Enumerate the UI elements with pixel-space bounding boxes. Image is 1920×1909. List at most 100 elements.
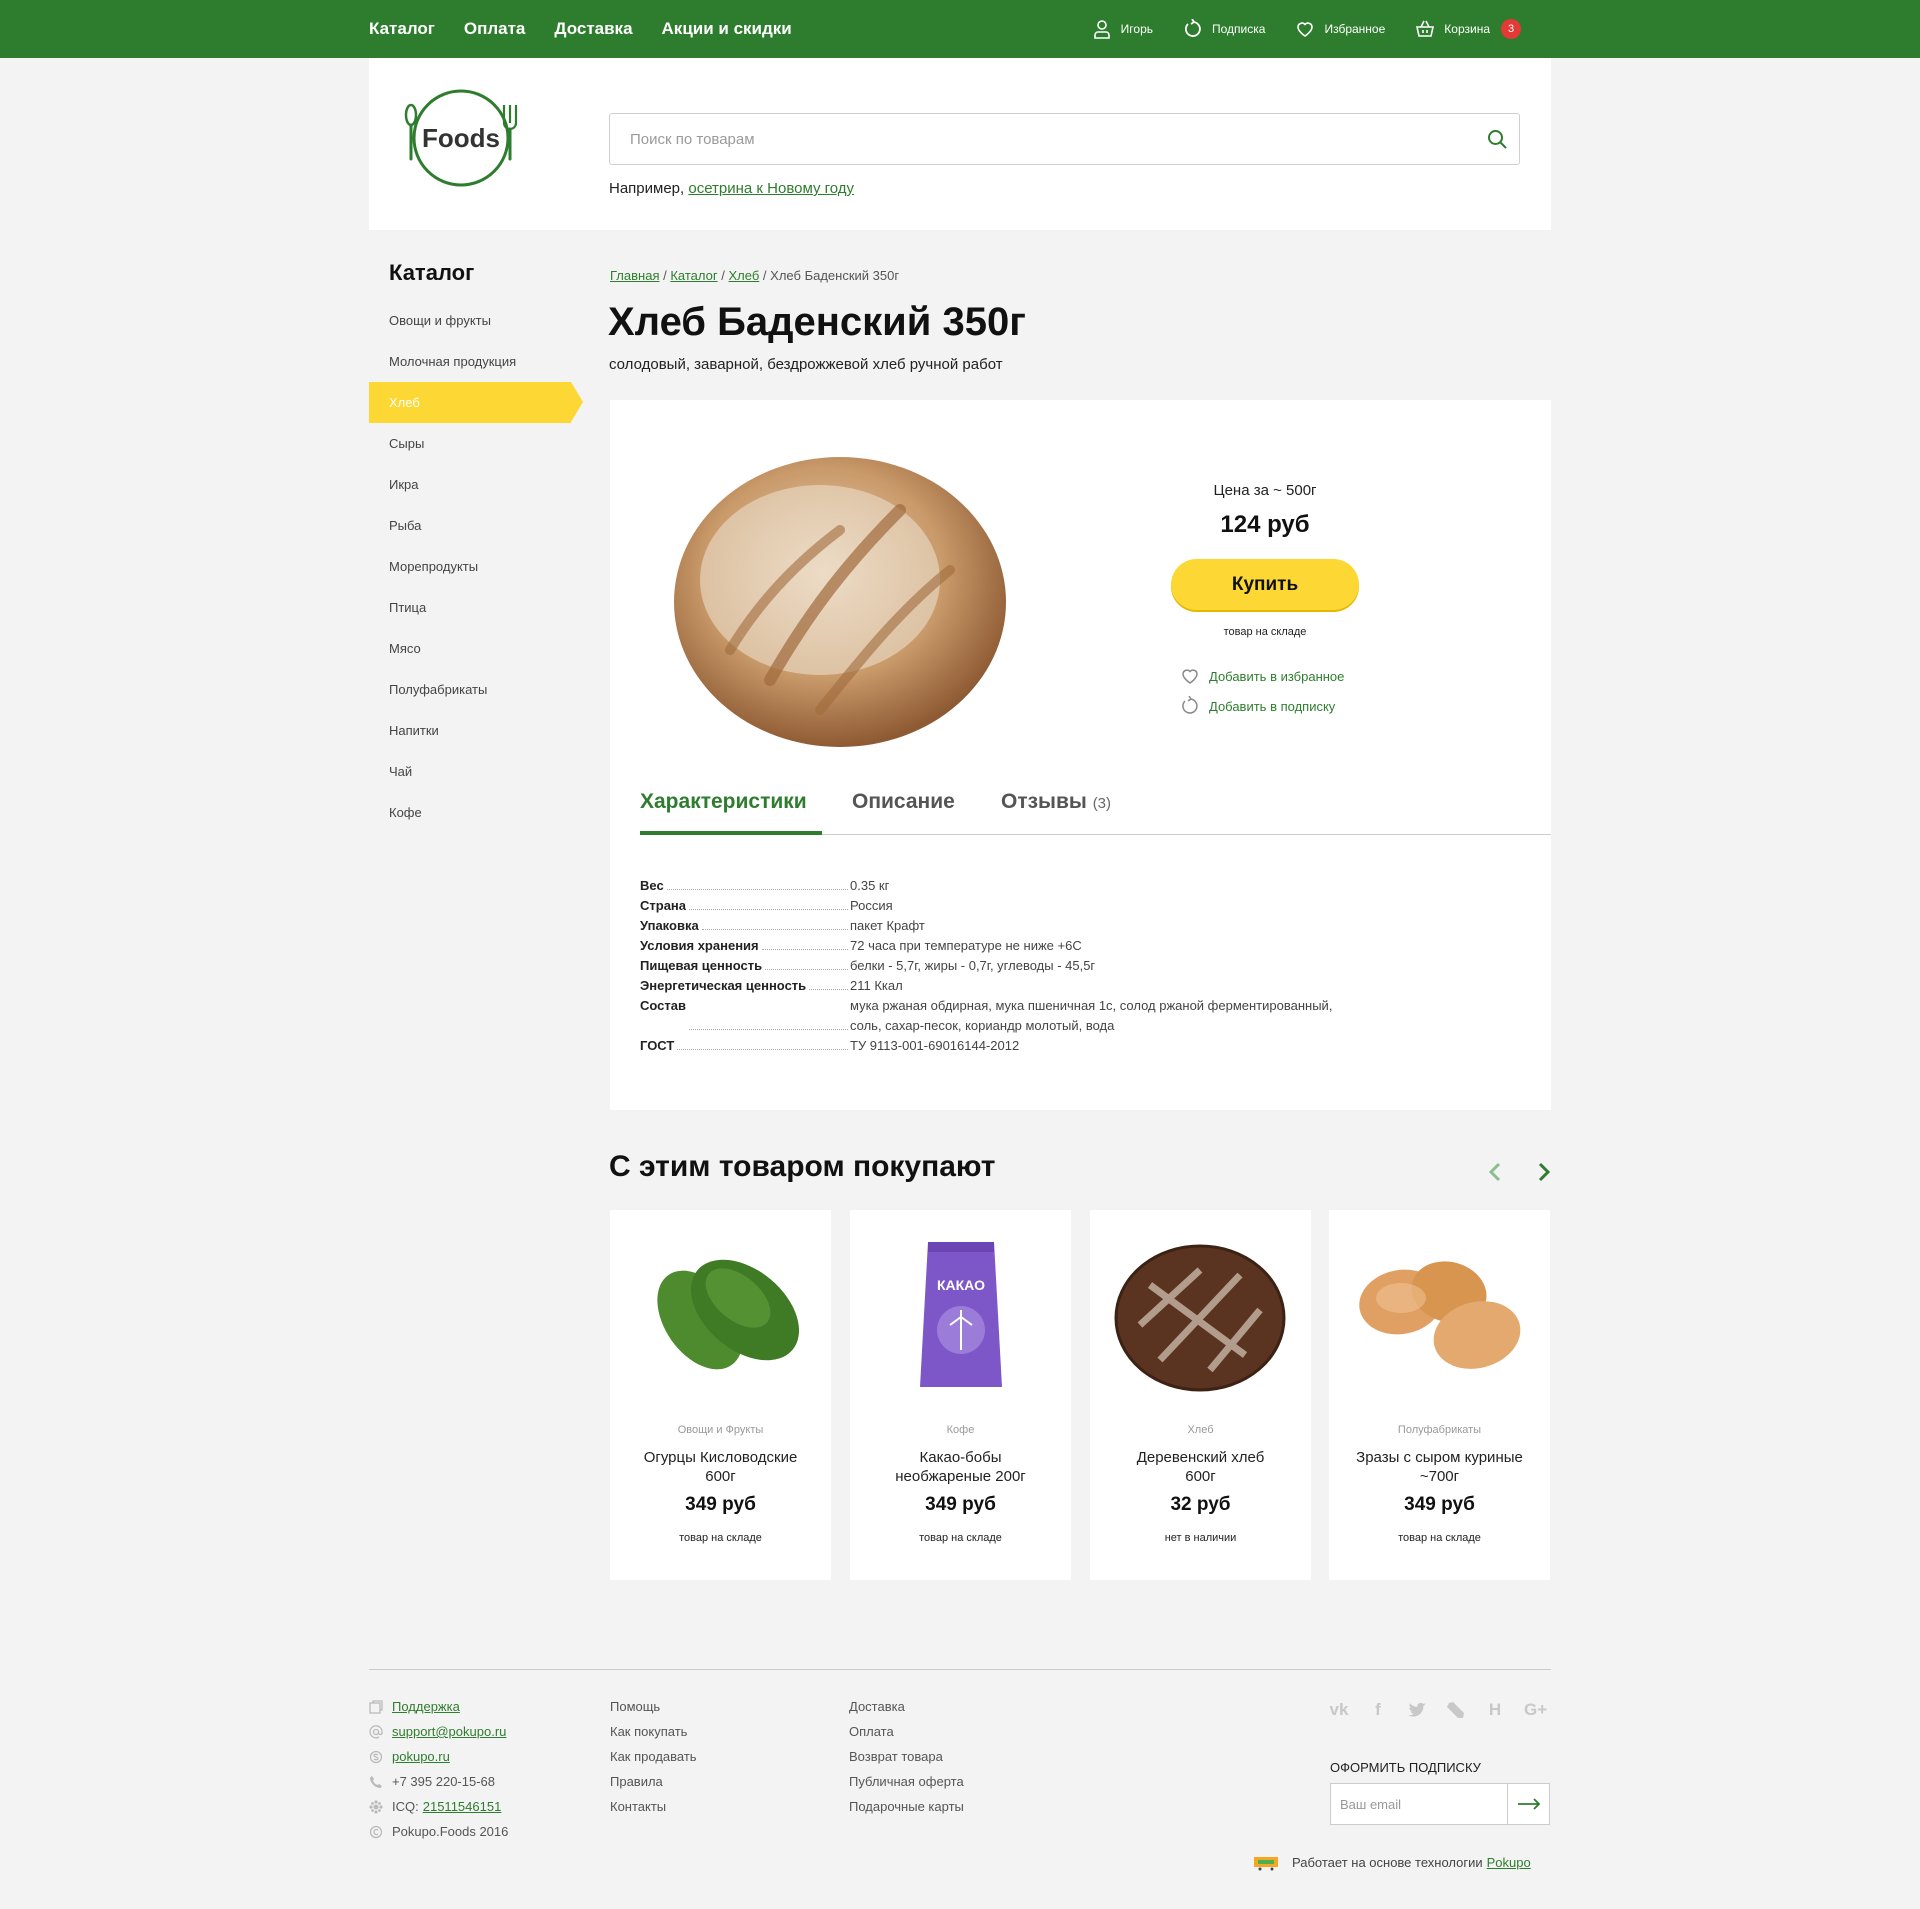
- twitter-icon[interactable]: [1407, 1700, 1427, 1720]
- heart-icon: [1297, 22, 1314, 37]
- breadcrumb-category[interactable]: Хлеб: [729, 268, 760, 283]
- sidebar-item-semi-finished[interactable]: Полуфабрикаты: [369, 669, 581, 710]
- footer-link[interactable]: Как продавать: [610, 1744, 697, 1769]
- spec-key: Условия хранения: [640, 938, 759, 953]
- footer-link[interactable]: Оплата: [849, 1719, 964, 1744]
- search-example-link[interactable]: осетрина к Новому году: [688, 180, 854, 197]
- top-bar: Каталог Оплата Доставка Акции и скидки И…: [0, 0, 1920, 58]
- add-to-favorites-link[interactable]: Добавить в избранное: [1180, 666, 1344, 686]
- related-stock: товар на складе: [1398, 1532, 1481, 1544]
- tab-reviews[interactable]: Отзывы (3): [1001, 790, 1111, 835]
- related-stock: товар на складе: [919, 1532, 1002, 1544]
- foods-logo[interactable]: Foods: [404, 88, 518, 188]
- habr-icon[interactable]: H: [1485, 1700, 1505, 1720]
- vk-icon[interactable]: vk: [1329, 1700, 1349, 1720]
- footer-link[interactable]: Публичная оферта: [849, 1769, 964, 1794]
- sidebar-item-poultry[interactable]: Птица: [369, 587, 581, 628]
- facebook-icon[interactable]: f: [1368, 1700, 1388, 1720]
- related-product-card[interactable]: Хлеб Деревенский хлеб 600г 32 руб нет в …: [1090, 1210, 1311, 1580]
- spec-row: Упаковка пакет Крафт: [640, 916, 1440, 936]
- search-icon[interactable]: [1485, 127, 1509, 151]
- at-icon: [369, 1724, 383, 1738]
- footer-link[interactable]: Контакты: [610, 1794, 697, 1819]
- footer-link[interactable]: Как покупать: [610, 1719, 697, 1744]
- buy-button[interactable]: Купить: [1171, 559, 1359, 610]
- related-product-card[interactable]: КАКАО Кофе Какао-бобы необжареные 200г 3…: [850, 1210, 1071, 1580]
- sidebar-title: Каталог: [389, 260, 475, 285]
- subscribe-title: ОФОРМИТЬ ПОДПИСКУ: [1330, 1760, 1481, 1775]
- related-name-line: Зразы с сыром куриные: [1356, 1449, 1523, 1466]
- sidebar-item-coffee[interactable]: Кофе: [369, 792, 581, 833]
- sidebar-item-tea[interactable]: Чай: [369, 751, 581, 792]
- sidebar-item-cheese[interactable]: Сыры: [369, 423, 581, 464]
- spec-value: 211 Ккал: [850, 978, 903, 993]
- spec-row: Условия хранения 72 часа при температуре…: [640, 936, 1440, 956]
- related-product-card[interactable]: Овощи и Фрукты Огурцы Кисловодские 600г …: [610, 1210, 831, 1580]
- favorites-link[interactable]: Избранное: [1295, 19, 1385, 39]
- nav-catalog[interactable]: Каталог: [369, 19, 435, 39]
- social-links: vk f H G+: [1329, 1700, 1548, 1720]
- user-account-link[interactable]: Игорь: [1092, 19, 1153, 39]
- related-category: Кофе: [946, 1424, 975, 1436]
- spec-value: Россия: [850, 898, 893, 913]
- sidebar-item-seafood[interactable]: Морепродукты: [369, 546, 581, 587]
- sidebar-item-dairy[interactable]: Молочная продукция: [369, 341, 581, 382]
- support-link[interactable]: Поддержка: [392, 1694, 460, 1719]
- powered-link[interactable]: Pokupo: [1487, 1855, 1531, 1870]
- related-category: Хлеб: [1187, 1424, 1214, 1436]
- nav-delivery[interactable]: Доставка: [554, 19, 632, 39]
- spec-row: Страна Россия: [640, 896, 1440, 916]
- spec-key-cell: Условия хранения: [640, 936, 850, 956]
- related-price: 349 руб: [1404, 1494, 1475, 1515]
- skype-icon: [369, 1750, 383, 1763]
- related-name-line: ~700г: [1419, 1468, 1460, 1485]
- spec-key: Пищевая ценность: [640, 958, 763, 973]
- phone-icon: [370, 1775, 382, 1788]
- add-to-subscription-label: Добавить в подписку: [1209, 698, 1336, 714]
- main-nav: Каталог Оплата Доставка Акции и скидки: [369, 0, 792, 58]
- sidebar-item-drinks[interactable]: Напитки: [369, 710, 581, 751]
- user-icon: [1093, 20, 1110, 39]
- sidebar-item-bread[interactable]: Хлеб: [369, 382, 583, 423]
- footer-link[interactable]: Правила: [610, 1769, 697, 1794]
- footer-link[interactable]: Подарочные карты: [849, 1794, 964, 1819]
- breadcrumb-home[interactable]: Главная: [610, 268, 659, 283]
- subscribe-submit-button[interactable]: [1507, 1784, 1549, 1824]
- breadcrumb-catalog[interactable]: Каталог: [670, 268, 717, 283]
- sidebar-item-meat[interactable]: Мясо: [369, 628, 581, 669]
- icq-link[interactable]: 21511546151: [423, 1794, 502, 1819]
- tab-description[interactable]: Описание: [852, 790, 955, 835]
- sidebar-item-caviar[interactable]: Икра: [369, 464, 581, 505]
- skype-link[interactable]: pokupo.ru: [392, 1744, 450, 1769]
- footer-link[interactable]: Доставка: [849, 1694, 964, 1719]
- google-plus-icon[interactable]: G+: [1524, 1700, 1547, 1720]
- related-name: Зразы с сыром куриные ~700г: [1344, 1448, 1535, 1486]
- nav-promotions[interactable]: Акции и скидки: [662, 19, 792, 39]
- spec-row: Вес 0.35 кг: [640, 876, 1440, 896]
- livejournal-icon[interactable]: [1446, 1700, 1466, 1720]
- subscription-link[interactable]: Подписка: [1183, 19, 1265, 39]
- search-input[interactable]: [610, 114, 1460, 164]
- tab-specifications[interactable]: Характеристики: [640, 790, 822, 835]
- add-to-subscription-link[interactable]: Добавить в подписку: [1180, 696, 1335, 716]
- chevron-right-icon[interactable]: [1532, 1158, 1556, 1186]
- product-price: 124 руб: [1220, 511, 1310, 538]
- related-price: 349 руб: [685, 1494, 756, 1515]
- product-image: [657, 1259, 800, 1370]
- email-field[interactable]: [1331, 1784, 1507, 1824]
- arrow-right-icon: [1517, 1798, 1540, 1810]
- spec-value: ТУ 9113-001-69016144-2012: [850, 1038, 1020, 1053]
- related-product-card[interactable]: Полуфабрикаты Зразы с сыром куриные ~700…: [1329, 1210, 1550, 1580]
- footer-info-links: Доставка Оплата Возврат товара Публичная…: [849, 1694, 964, 1819]
- sidebar-item-vegetables[interactable]: Овощи и фрукты: [369, 300, 581, 341]
- footer-link[interactable]: Помощь: [610, 1694, 697, 1719]
- footer-icq: ICQ: 21511546151: [369, 1794, 508, 1819]
- email-link[interactable]: support@pokupo.ru: [392, 1719, 506, 1744]
- chevron-left-icon[interactable]: [1483, 1158, 1507, 1186]
- related-name-line: 600г: [705, 1468, 736, 1485]
- nav-payment[interactable]: Оплата: [464, 19, 526, 39]
- cart-link[interactable]: Корзина 3: [1415, 19, 1521, 39]
- sidebar-item-fish[interactable]: Рыба: [369, 505, 581, 546]
- user-name: Игорь: [1120, 22, 1154, 36]
- footer-link[interactable]: Возврат товара: [849, 1744, 964, 1769]
